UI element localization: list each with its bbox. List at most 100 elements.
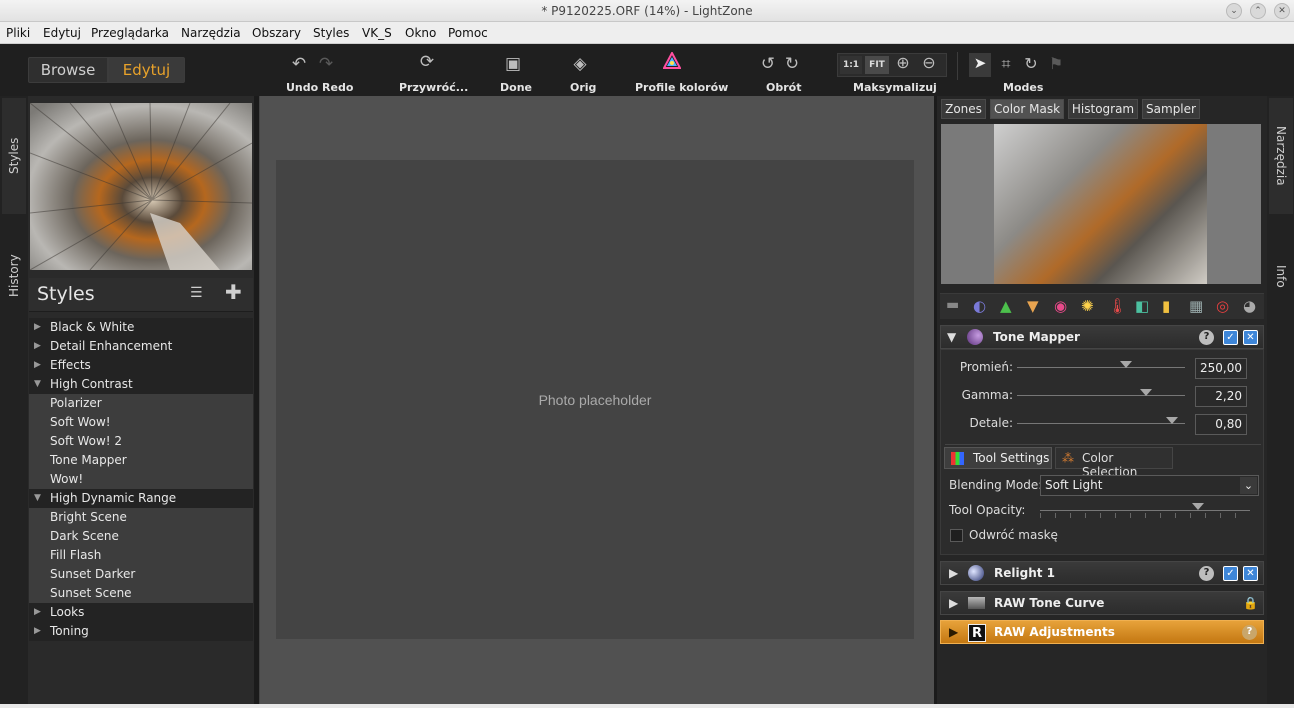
tool-settings-tab[interactable]: Tool Settings (944, 447, 1052, 469)
slider-thumb[interactable] (1120, 361, 1133, 368)
list-view-icon[interactable]: ☰ (190, 285, 203, 301)
opacity-slider-thumb[interactable] (1191, 503, 1204, 510)
relight-tool-icon[interactable]: ◐ (973, 297, 986, 315)
expand-arrow-icon[interactable]: ▶ (34, 356, 41, 375)
tab-sampler[interactable]: Sampler (1142, 99, 1200, 119)
tab-color-mask[interactable]: Color Mask (990, 99, 1064, 119)
styles-side-tab[interactable]: Styles (2, 98, 26, 214)
blending-mode-select[interactable]: Soft Light ⌄ (1040, 475, 1259, 496)
restore-icon[interactable]: ⟳ (415, 52, 439, 72)
remove-tool-icon[interactable]: ✕ (1243, 330, 1258, 345)
tab-histogram[interactable]: Histogram (1068, 99, 1138, 119)
edit-button[interactable]: Edytuj (108, 57, 185, 83)
slider-track[interactable] (1017, 395, 1185, 396)
zoom-1-1-button[interactable]: 1:1 (840, 56, 862, 74)
style-list-item[interactable]: Fill Flash (29, 546, 253, 565)
color-selection-tab[interactable]: ⁂ Color Selection (1055, 447, 1173, 479)
clone-tool-icon[interactable]: ◕ (1243, 297, 1256, 315)
chevron-down-icon[interactable]: ⌄ (1240, 477, 1257, 494)
rotate-mode-icon[interactable]: ↻ (1021, 54, 1041, 73)
rotate-right-icon[interactable]: ↻ (782, 54, 802, 74)
slider-value-field[interactable]: 2,20 (1195, 386, 1247, 407)
zoom-out-icon[interactable]: ⊖ (918, 53, 940, 72)
help-icon[interactable]: ? (1242, 625, 1257, 640)
maximize-label[interactable]: Maksymalizuj (853, 81, 937, 94)
color-wheel-tool-icon[interactable]: ✺ (1081, 297, 1094, 315)
color-balance-tool-icon[interactable]: ▼ (1027, 297, 1039, 315)
style-list-item[interactable]: Bright Scene (29, 508, 253, 527)
style-list-item[interactable]: Sunset Scene (29, 584, 253, 603)
collapse-arrow-icon[interactable]: ▼ (34, 489, 41, 508)
raw-tone-curve-header[interactable]: ▶ RAW Tone Curve 🔒 (940, 591, 1264, 615)
expand-arrow-icon[interactable]: ▶ (949, 592, 958, 614)
slider-value-field[interactable]: 0,80 (1195, 414, 1247, 435)
style-list-item[interactable]: Soft Wow! (29, 413, 253, 432)
collapse-arrow-icon[interactable]: ▼ (947, 326, 956, 348)
help-icon[interactable]: ? (1199, 566, 1214, 581)
orig-label[interactable]: Orig (570, 81, 596, 94)
noise-tool-icon[interactable]: ▦ (1189, 297, 1203, 315)
style-group[interactable]: ▶ Toning (29, 622, 253, 641)
target-tool-icon[interactable]: ◎ (1216, 297, 1229, 315)
tone-curve-tool-icon[interactable]: ▬ (946, 297, 959, 313)
menu-pomoc[interactable]: Pomoc (448, 26, 488, 40)
done-label[interactable]: Done (500, 81, 532, 94)
redo-icon[interactable]: ↷ (316, 54, 336, 74)
menu-obszary[interactable]: Obszary (252, 26, 301, 40)
maximize-icon[interactable]: ⌃ (1250, 3, 1266, 19)
history-side-tab[interactable]: History (2, 218, 26, 334)
style-list-item[interactable]: Dark Scene (29, 527, 253, 546)
tab-zones[interactable]: Zones (941, 99, 986, 119)
minimize-icon[interactable]: ⌄ (1226, 3, 1242, 19)
style-list-item[interactable]: Soft Wow! 2 (29, 432, 253, 451)
style-list-item[interactable]: Polarizer (29, 394, 253, 413)
enable-checkbox-icon[interactable]: ✓ (1223, 566, 1238, 581)
style-group[interactable]: ▼ High Dynamic Range (29, 489, 253, 508)
crop-icon[interactable]: ⌗ (996, 54, 1016, 74)
style-list-item[interactable]: Wow! (29, 470, 253, 489)
undo-icon[interactable]: ↶ (289, 54, 309, 74)
hue-sat-tool-icon[interactable]: ◉ (1054, 297, 1067, 315)
color-profile-icon[interactable] (661, 50, 683, 75)
sharpen-tool-icon[interactable]: ▮ (1162, 297, 1170, 315)
zone-mapper-tool-icon[interactable]: ▲ (1000, 297, 1012, 315)
enable-checkbox-icon[interactable]: ✓ (1223, 330, 1238, 345)
slider-thumb[interactable] (1140, 389, 1153, 396)
style-group[interactable]: ▶ Effects (29, 356, 253, 375)
rotate-left-icon[interactable]: ↺ (758, 54, 778, 74)
expand-arrow-icon[interactable]: ▶ (34, 603, 41, 622)
style-list-item[interactable]: Tone Mapper (29, 451, 253, 470)
style-group[interactable]: ▼ High Contrast (29, 375, 253, 394)
expand-arrow-icon[interactable]: ▶ (34, 337, 41, 356)
slider-value-field[interactable]: 250,00 (1195, 358, 1247, 379)
menu-vk-s[interactable]: VK_S (362, 26, 392, 40)
restore-label[interactable]: Przywróć... (399, 81, 468, 94)
invert-mask-checkbox[interactable] (950, 529, 963, 542)
style-list-item[interactable]: Sunset Darker (29, 565, 253, 584)
raw-adjustments-header[interactable]: ▶ R RAW Adjustments ? (940, 620, 1264, 644)
remove-tool-icon[interactable]: ✕ (1243, 566, 1258, 581)
opacity-slider-track[interactable] (1040, 510, 1250, 511)
temperature-tool-icon[interactable]: 🌡 (1108, 297, 1127, 315)
info-side-tab[interactable]: Info (1269, 218, 1293, 334)
menu-styles[interactable]: Styles (313, 26, 349, 40)
zoom-in-icon[interactable]: ⊕ (892, 53, 914, 72)
menu-pliki[interactable]: Pliki (6, 26, 30, 40)
tone-mapper-header[interactable]: ▼ Tone Mapper ? ✓ ✕ (940, 325, 1264, 349)
menu-edytuj[interactable]: Edytuj (43, 26, 81, 40)
layers-icon[interactable]: ◈ (570, 54, 590, 74)
browse-button[interactable]: Browse (28, 57, 108, 83)
help-icon[interactable]: ? (1199, 330, 1214, 345)
style-group[interactable]: ▶ Looks (29, 603, 253, 622)
add-style-icon[interactable]: ✚ (225, 280, 242, 304)
expand-arrow-icon[interactable]: ▶ (34, 622, 41, 641)
expand-arrow-icon[interactable]: ▶ (34, 318, 41, 337)
close-icon[interactable]: ✕ (1274, 3, 1290, 19)
style-group[interactable]: ▶ Black & White (29, 318, 253, 337)
color-profiles-label[interactable]: Profile kolorów (635, 81, 728, 94)
expand-arrow-icon[interactable]: ▶ (949, 621, 958, 643)
menu-narzedzia[interactable]: Narzędzia (181, 26, 241, 40)
expand-arrow-icon[interactable]: ▶ (949, 562, 958, 584)
region-icon[interactable]: ⚑ (1046, 54, 1066, 73)
collapse-arrow-icon[interactable]: ▼ (34, 375, 41, 394)
